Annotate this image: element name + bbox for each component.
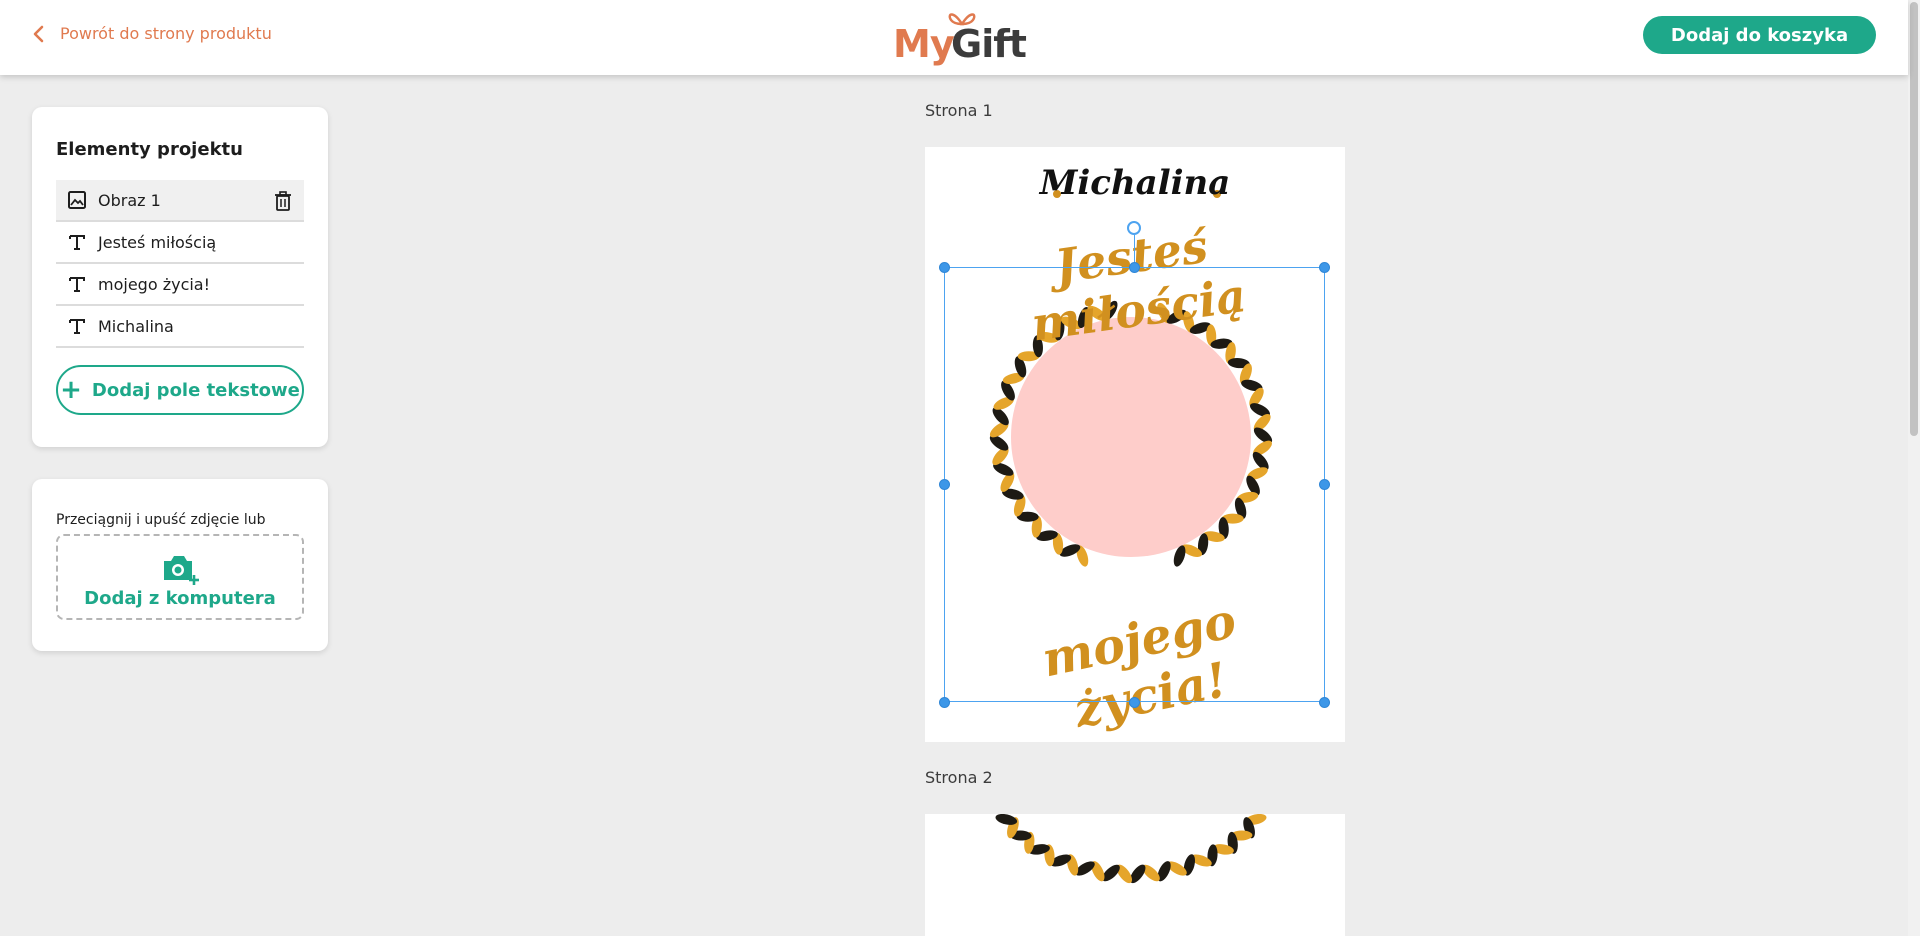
add-from-computer-label: Dodaj z komputera <box>84 587 276 609</box>
upload-hint: Przeciągnij i upuść zdjęcie lub <box>56 512 266 528</box>
project-elements-panel: Elementy projektu Obraz 1 Jesteś miłości… <box>32 107 328 447</box>
resize-handle-se[interactable] <box>1319 697 1330 708</box>
add-text-field-button[interactable]: + Dodaj pole tekstowe <box>56 365 304 415</box>
design-page-2[interactable] <box>925 814 1345 936</box>
text-icon <box>66 273 88 295</box>
resize-handle-n[interactable] <box>1129 262 1140 273</box>
add-to-cart-button[interactable]: Dodaj do koszyka <box>1643 16 1876 54</box>
top-header: Powrót do strony produktu My Gift Dodaj … <box>0 0 1908 75</box>
rotate-handle[interactable] <box>1127 221 1141 235</box>
selection-box[interactable] <box>944 267 1325 702</box>
text-icon <box>66 315 88 337</box>
page-1-label: Strona 1 <box>925 101 993 120</box>
element-item-image[interactable]: Obraz 1 <box>56 180 304 222</box>
resize-handle-w[interactable] <box>939 479 950 490</box>
trash-icon[interactable] <box>274 191 292 211</box>
plus-icon: + <box>60 375 82 405</box>
back-to-product-link[interactable]: Powrót do strony produktu <box>32 24 272 43</box>
logo-gift-text: Gift <box>951 22 1027 66</box>
back-link-label: Powrót do strony produktu <box>60 24 272 43</box>
element-item-label: Jesteś miłością <box>98 232 217 252</box>
leaf-wreath-bottom-graphic <box>995 814 1267 884</box>
image-icon <box>66 189 88 211</box>
chevron-left-icon <box>33 25 44 42</box>
element-item-text[interactable]: Jesteś miłością <box>56 222 304 264</box>
name-text-michalina[interactable]: Michalina <box>925 163 1345 203</box>
camera-add-icon <box>164 555 199 585</box>
element-item-label: Obraz 1 <box>98 190 161 210</box>
panel-title: Elementy projektu <box>56 139 243 160</box>
resize-handle-nw[interactable] <box>939 262 950 273</box>
element-item-text[interactable]: mojego życia! <box>56 264 304 306</box>
text-icon <box>66 231 88 253</box>
design-page-1[interactable]: Michalina Jesteś miłością mojego życia! <box>925 147 1345 742</box>
add-text-field-label: Dodaj pole tekstowe <box>91 379 300 401</box>
wreath-bottom-artwork <box>995 814 1267 884</box>
resize-handle-s[interactable] <box>1129 697 1140 708</box>
element-item-text[interactable]: Michalina <box>56 306 304 348</box>
resize-handle-sw[interactable] <box>939 697 950 708</box>
element-item-label: mojego życia! <box>98 274 211 294</box>
scrollbar-thumb[interactable] <box>1910 2 1918 436</box>
resize-handle-ne[interactable] <box>1319 262 1330 273</box>
page-scrollbar[interactable] <box>1908 0 1920 936</box>
elements-list: Obraz 1 Jesteś miłością mojego życia! Mi… <box>56 180 304 348</box>
upload-panel: Przeciągnij i upuść zdjęcie lub Dodaj z … <box>32 479 328 651</box>
element-item-label: Michalina <box>98 316 174 336</box>
upload-drop-zone[interactable]: Dodaj z komputera <box>56 534 304 620</box>
page-2-label: Strona 2 <box>925 768 993 787</box>
resize-handle-e[interactable] <box>1319 479 1330 490</box>
logo-my-text: My <box>893 22 955 66</box>
